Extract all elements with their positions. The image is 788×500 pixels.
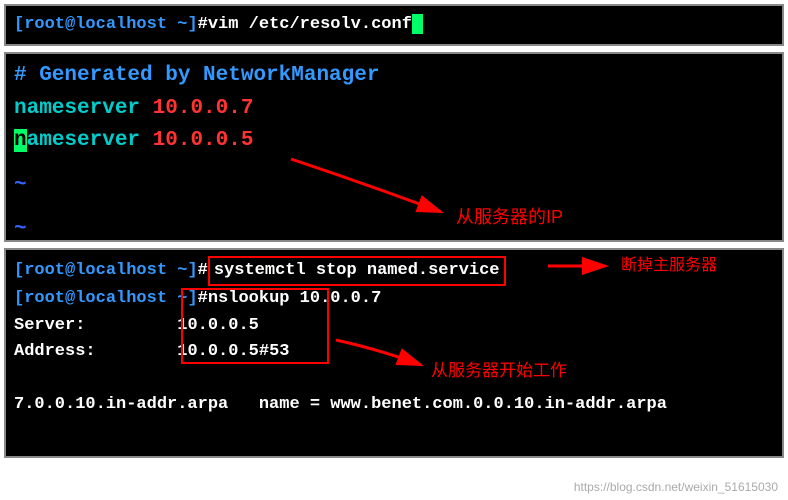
ns2-ip: 10.0.0.5 <box>153 129 254 152</box>
prompt-user: root <box>24 261 65 280</box>
terminal-block-1: [root@localhost ~]#vim /etc/resolv.conf <box>4 4 784 46</box>
terminal-block-2: # Generated by NetworkManager nameserver… <box>4 52 784 242</box>
comment-line: # Generated by NetworkManager <box>14 60 774 93</box>
cursor-icon <box>412 14 423 34</box>
prompt-line-1: [root@localhost ~]#vim /etc/resolv.conf <box>14 15 423 34</box>
prompt-host: localhost <box>75 15 167 34</box>
nameserver-line-1: nameserver 10.0.0.7 <box>14 93 774 126</box>
watermark-text: https://blog.csdn.net/weixin_51615030 <box>574 480 778 494</box>
prompt-at: @ <box>65 289 75 308</box>
annotation-stop-master: 断掉主服务器 <box>621 254 717 279</box>
prompt-at: @ <box>65 261 75 280</box>
ns1-key: nameserver <box>14 97 140 120</box>
terminal-block-3: [root@localhost ~]#systemctl stop named.… <box>4 248 784 458</box>
prompt-path: ~ <box>177 261 187 280</box>
prompt-close: ] <box>187 15 197 34</box>
prompt-host: localhost <box>75 289 167 308</box>
server-label: Server: <box>14 316 85 335</box>
arrow-icon-2 <box>546 256 616 286</box>
result-line: 7.0.0.10.in-addr.arpa name = www.benet.c… <box>14 392 774 418</box>
highlight-box-server <box>181 288 329 364</box>
prompt-path: ~ <box>177 15 187 34</box>
prompt-close: ] <box>187 261 197 280</box>
systemctl-command[interactable]: systemctl stop named.service <box>208 256 506 286</box>
prompt-hash: # <box>198 261 208 280</box>
arrow-icon-1 <box>286 154 456 234</box>
prompt-open: [ <box>14 15 24 34</box>
annotation-slave-ip: 从服务器的IP <box>456 204 563 232</box>
prompt-user: root <box>24 15 65 34</box>
prompt-hash: # <box>198 15 208 34</box>
nameserver-line-2: nameserver 10.0.0.5 <box>14 125 774 158</box>
prompt-user: root <box>24 289 65 308</box>
arrow-icon-3 <box>331 335 431 385</box>
cmd-line-2: [root@localhost ~]#nslookup 10.0.0.7 <box>14 286 774 312</box>
prompt-open: [ <box>14 289 24 308</box>
prompt-open: [ <box>14 261 24 280</box>
ns2-rest: ameserver <box>27 129 140 152</box>
prompt-space <box>167 289 177 308</box>
command-text[interactable]: vim /etc/resolv.conf <box>208 15 412 34</box>
prompt-space <box>167 261 177 280</box>
prompt-space <box>167 15 177 34</box>
address-label: Address: <box>14 342 96 361</box>
prompt-host: localhost <box>75 261 167 280</box>
cursor-char: n <box>14 129 27 152</box>
result-mid: name = <box>259 395 330 414</box>
result-right: www.benet.com.0.0.10.in-addr.arpa <box>330 395 667 414</box>
annotation-slave-working: 从服务器开始工作 <box>431 358 567 384</box>
ns1-ip: 10.0.0.7 <box>153 97 254 120</box>
result-left: 7.0.0.10.in-addr.arpa <box>14 395 228 414</box>
prompt-at: @ <box>65 15 75 34</box>
